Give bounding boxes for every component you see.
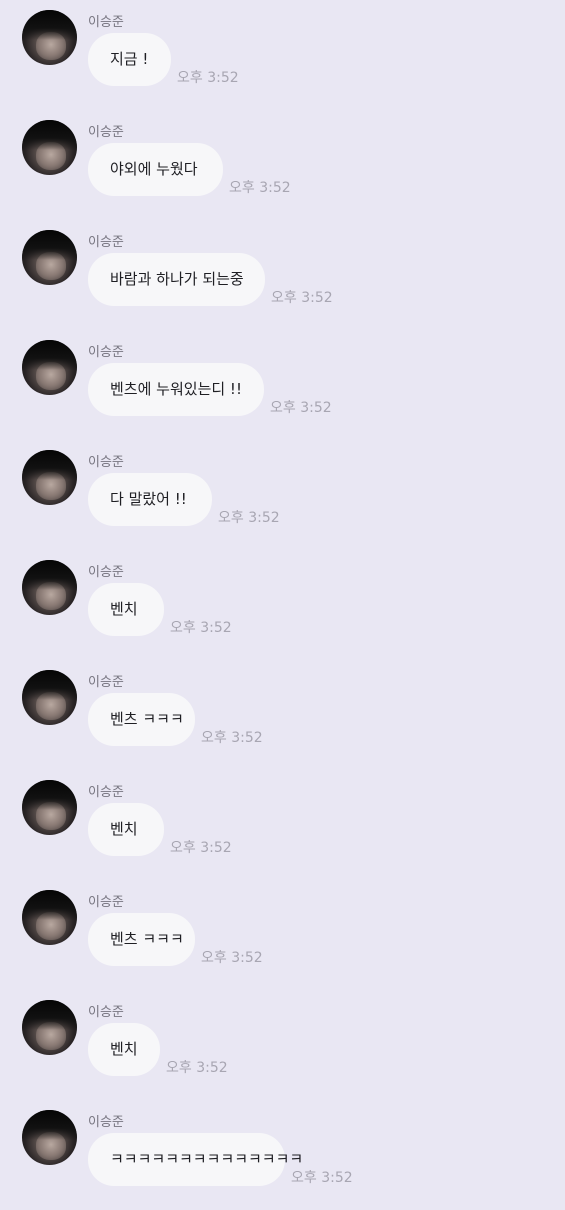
- sender-name[interactable]: 이승준: [88, 231, 124, 250]
- message-row: 이승준벤츠에 누워있는디 !! 오후 3:52: [0, 330, 565, 440]
- message-bubble[interactable]: 벤츠 ㅋㅋㅋ: [88, 913, 195, 966]
- sender-name[interactable]: 이승준: [88, 121, 124, 140]
- avatar-hair-shape: [22, 1000, 77, 1030]
- avatar-hair-shape: [22, 120, 77, 150]
- sender-name[interactable]: 이승준: [88, 781, 124, 800]
- avatar[interactable]: [22, 340, 77, 395]
- message-row: 이승준야외에 누웠다오후 3:52: [0, 110, 565, 220]
- message-timestamp: 오후 3:52: [170, 620, 232, 636]
- avatar-hair-shape: [22, 560, 77, 590]
- message-row: 이승준벤치오후 3:52: [0, 550, 565, 660]
- message-bubble[interactable]: 벤치: [88, 803, 164, 856]
- message-bubble[interactable]: 벤츠 ㅋㅋㅋ: [88, 693, 195, 746]
- message-row: 이승준바람과 하나가 되는중오후 3:52: [0, 220, 565, 330]
- sender-name[interactable]: 이승준: [88, 1001, 124, 1020]
- avatar-hair-shape: [22, 1110, 77, 1140]
- message-timestamp: 오후 3:52: [229, 180, 291, 196]
- message-timestamp: 오후 3:52: [291, 1170, 353, 1186]
- sender-name[interactable]: 이승준: [88, 341, 124, 360]
- message-bubble[interactable]: 야외에 누웠다: [88, 143, 223, 196]
- message-timestamp: 오후 3:52: [177, 70, 239, 86]
- message-timestamp: 오후 3:52: [166, 1060, 228, 1076]
- message-timestamp: 오후 3:52: [170, 840, 232, 856]
- avatar-hair-shape: [22, 890, 77, 920]
- message-timestamp: 오후 3:52: [218, 510, 280, 526]
- sender-name[interactable]: 이승준: [88, 11, 124, 30]
- message-bubble[interactable]: 벤츠에 누워있는디 !!: [88, 363, 264, 416]
- sender-name[interactable]: 이승준: [88, 891, 124, 910]
- message-row: 이승준벤치오후 3:52: [0, 990, 565, 1100]
- sender-name[interactable]: 이승준: [88, 561, 124, 580]
- message-timestamp: 오후 3:52: [201, 730, 263, 746]
- message-row: 이승준다 말랐어 !! 오후 3:52: [0, 440, 565, 550]
- avatar[interactable]: [22, 1110, 77, 1165]
- chat-message-list[interactable]: 이승준 지금 ! 오후 3:52 이승준 야외에 누웠다 오후 3:52 이승준 바람과 하나…: [0, 0, 565, 1200]
- message-bubble[interactable]: 바람과 하나가 되는중: [88, 253, 265, 306]
- sender-name[interactable]: 이승준: [88, 671, 124, 690]
- message-timestamp: 오후 3:52: [271, 290, 333, 306]
- avatar-hair-shape: [22, 780, 77, 810]
- avatar-hair-shape: [22, 230, 77, 260]
- avatar-hair-shape: [22, 450, 77, 480]
- message-bubble[interactable]: 벤치: [88, 1023, 160, 1076]
- avatar[interactable]: [22, 450, 77, 505]
- avatar[interactable]: [22, 120, 77, 175]
- message-bubble[interactable]: 벤치: [88, 583, 164, 636]
- message-row: 이승준벤츠 ㅋㅋㅋ 오후 3:52: [0, 660, 565, 770]
- message-row: 이승준벤치오후 3:52: [0, 770, 565, 880]
- message-bubble[interactable]: 다 말랐어 !!: [88, 473, 212, 526]
- avatar[interactable]: [22, 10, 77, 65]
- sender-name[interactable]: 이승준: [88, 451, 124, 470]
- avatar[interactable]: [22, 1000, 77, 1055]
- message-bubble[interactable]: ㅋㅋㅋㅋㅋㅋㅋㅋㅋㅋㅋㅋㅋㅋ: [88, 1133, 303, 1186]
- message-bubble[interactable]: 지금 !: [88, 33, 171, 86]
- avatar-hair-shape: [22, 670, 77, 700]
- message-row: 이승준 ㅋㅋㅋㅋㅋㅋㅋㅋㅋㅋㅋㅋㅋㅋ 오후 3:52: [0, 1100, 565, 1210]
- message-timestamp: 오후 3:52: [201, 950, 263, 966]
- sender-name[interactable]: 이승준: [88, 1111, 124, 1130]
- message-row: 이승준벤츠 ㅋㅋㅋ 오후 3:52: [0, 880, 565, 990]
- avatar[interactable]: [22, 230, 77, 285]
- avatar[interactable]: [22, 560, 77, 615]
- message-row: 이승준지금 ! 오후 3:52: [0, 0, 565, 110]
- avatar-hair-shape: [22, 340, 77, 370]
- avatar[interactable]: [22, 780, 77, 835]
- avatar[interactable]: [22, 670, 77, 725]
- avatar[interactable]: [22, 890, 77, 945]
- avatar-hair-shape: [22, 10, 77, 40]
- message-timestamp: 오후 3:52: [270, 400, 332, 416]
